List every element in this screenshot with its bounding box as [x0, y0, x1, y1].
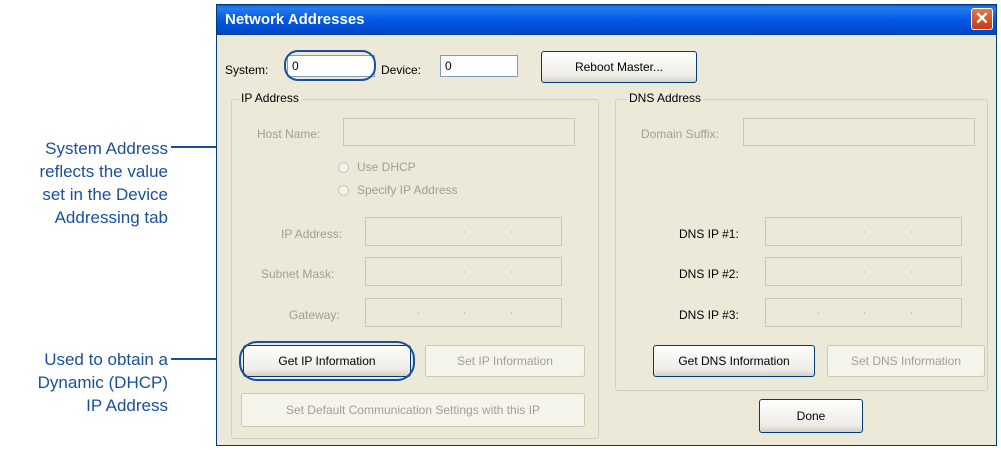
callout-line-3: IP Address	[86, 396, 168, 415]
done-button[interactable]: Done	[759, 399, 863, 433]
dns-ip-3-label: DNS IP #3:	[679, 308, 739, 322]
reboot-master-button[interactable]: Reboot Master...	[541, 51, 697, 83]
network-addresses-dialog: Network Addresses ✕ System: Device: Rebo…	[216, 4, 997, 446]
callout-line-3: set in the Device	[42, 185, 168, 204]
dns-address-group-title: DNS Address	[627, 91, 704, 105]
domain-suffix-field[interactable]	[743, 118, 975, 146]
dhcp-callout: Used to obtain a Dynamic (DHCP) IP Addre…	[0, 348, 168, 417]
subnet-mask-label: Subnet Mask:	[261, 267, 335, 281]
set-default-communication-button[interactable]: Set Default Communication Settings with …	[241, 393, 585, 427]
use-dhcp-radio[interactable]	[338, 162, 349, 173]
dns-ip-2-field[interactable]	[765, 257, 962, 286]
device-field[interactable]	[440, 55, 518, 77]
callout-line-2: Dynamic (DHCP)	[37, 373, 168, 392]
callout-line-4: Addressing tab	[54, 208, 168, 227]
ip-address-field[interactable]	[365, 217, 562, 246]
system-address-callout: System Address reflects the value set in…	[0, 137, 168, 229]
dialog-body: System: Device: Reboot Master... IP Addr…	[217, 35, 996, 445]
close-icon[interactable]: ✕	[971, 8, 993, 30]
get-dns-information-button[interactable]: Get DNS Information	[653, 345, 815, 377]
host-name-field[interactable]	[343, 118, 575, 146]
ip-address-group-title: IP Address	[239, 91, 301, 105]
gateway-field[interactable]	[365, 298, 562, 327]
domain-suffix-label: Domain Suffix:	[641, 127, 719, 141]
get-ip-information-highlight	[239, 341, 415, 381]
system-label: System:	[225, 63, 269, 77]
dns-ip-1-label: DNS IP #1:	[679, 227, 739, 241]
specify-ip-label: Specify IP Address	[357, 183, 458, 197]
dns-ip-2-label: DNS IP #2:	[679, 267, 739, 281]
dialog-titlebar: Network Addresses ✕	[217, 5, 996, 35]
dialog-title: Network Addresses	[225, 11, 365, 28]
ip-address-label: IP Address:	[281, 227, 343, 241]
callout-line-1: Used to obtain a	[44, 350, 168, 369]
subnet-mask-field[interactable]	[365, 257, 562, 286]
set-dns-information-button[interactable]: Set DNS Information	[827, 345, 985, 377]
device-label: Device:	[381, 63, 422, 77]
callout-line-2: reflects the value	[39, 162, 168, 181]
use-dhcp-label: Use DHCP	[357, 160, 416, 174]
set-ip-information-button[interactable]: Set IP Information	[425, 345, 585, 377]
host-name-label: Host Name:	[257, 127, 321, 141]
specify-ip-radio[interactable]	[338, 185, 349, 196]
callout-line-1: System Address	[45, 139, 168, 158]
dns-ip-3-field[interactable]	[765, 298, 962, 327]
system-field-highlight	[284, 50, 376, 81]
dns-ip-1-field[interactable]	[765, 217, 962, 246]
gateway-label: Gateway:	[289, 308, 340, 322]
